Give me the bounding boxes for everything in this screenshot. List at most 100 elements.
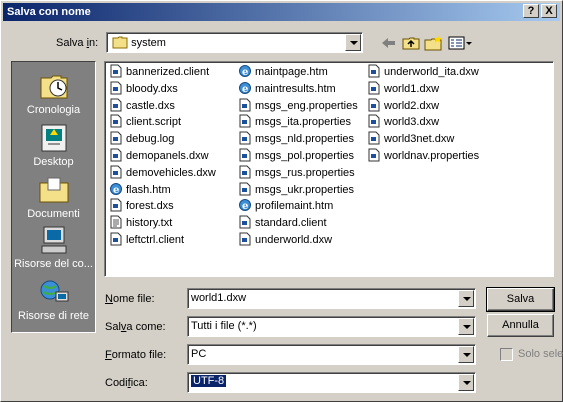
encoding-chevron-icon[interactable] — [458, 374, 474, 391]
save-in-label: Salva in: — [56, 37, 99, 49]
file-item[interactable]: msgs_eng.properties — [238, 98, 358, 114]
file-icon — [238, 98, 252, 112]
file-item[interactable]: world2.dxw — [367, 98, 439, 114]
save-in-dropdown[interactable]: system — [106, 32, 363, 53]
file-item[interactable]: worldnav.properties — [367, 148, 479, 164]
filename-value[interactable]: world1.dxw — [191, 292, 246, 304]
file-item[interactable]: world3net.dxw — [367, 131, 454, 147]
file-item[interactable]: world3.dxw — [367, 114, 439, 130]
file-name: msgs_ita.properties — [255, 116, 351, 129]
file-item[interactable]: client.script — [109, 114, 181, 130]
file-icon — [238, 131, 252, 145]
filename-input[interactable]: world1.dxw — [187, 288, 476, 309]
documents-folder-icon — [39, 177, 68, 203]
save-button[interactable]: Salva — [486, 287, 555, 312]
format-value: PC — [191, 348, 207, 360]
file-icon — [238, 148, 252, 162]
svg-text:e: e — [242, 84, 248, 95]
file-item[interactable]: demovehicles.dxw — [109, 165, 216, 181]
file-item[interactable]: demopanels.dxw — [109, 148, 209, 164]
file-item[interactable]: debug.log — [109, 131, 174, 147]
file-name: flash.htm — [126, 183, 171, 196]
place-desktop[interactable]: Desktop — [12, 122, 95, 168]
file-item[interactable]: forest.dxs — [109, 198, 174, 214]
file-item[interactable]: msgs_ita.properties — [238, 114, 351, 130]
html-file-icon: e — [238, 81, 252, 95]
place-history[interactable]: Cronologia — [12, 70, 95, 116]
file-item[interactable]: e maintresults.htm — [238, 81, 336, 97]
file-item[interactable]: standard.client — [238, 215, 327, 231]
file-item[interactable]: msgs_ukr.properties — [238, 182, 354, 198]
cancel-button[interactable]: Annulla — [487, 314, 554, 337]
file-name: bloody.dxs — [126, 82, 178, 95]
file-name: castle.dxs — [126, 99, 175, 112]
place-network[interactable]: Risorse di rete — [12, 276, 95, 322]
file-item[interactable]: bloody.dxs — [109, 81, 178, 97]
file-name: world3net.dxw — [384, 133, 455, 146]
file-icon — [109, 81, 123, 95]
file-name: worldnav.properties — [384, 150, 480, 162]
desktop-icon — [41, 124, 66, 152]
help-button[interactable]: ? — [523, 4, 539, 18]
file-item[interactable]: bannerized.client — [109, 64, 209, 80]
place-my-computer-label: Risorse del co... — [14, 258, 93, 270]
format-chevron-icon[interactable] — [458, 346, 474, 363]
html-file-icon: e — [238, 64, 252, 78]
file-item[interactable]: msgs_pol.properties — [238, 148, 354, 164]
file-item[interactable]: leftctrl.client — [109, 232, 184, 248]
filename-label: Nome file: — [105, 293, 155, 305]
saveas-chevron-icon[interactable] — [458, 318, 474, 335]
folder-up-icon[interactable] — [401, 34, 421, 52]
place-network-label: Risorse di rete — [18, 310, 89, 322]
file-item[interactable]: msgs_rus.properties — [238, 165, 355, 181]
file-name: profilemaint.htm — [255, 200, 334, 213]
encoding-dropdown[interactable]: UTF-8 — [187, 372, 476, 393]
encoding-label: Codifica: — [105, 377, 148, 389]
format-label: Formato file: — [105, 349, 167, 361]
file-icon — [238, 182, 252, 196]
back-arrow-icon[interactable] — [379, 34, 399, 52]
file-icon — [367, 64, 381, 78]
file-item[interactable]: e profilemaint.htm — [238, 198, 333, 214]
file-icon — [109, 64, 123, 78]
close-button[interactable]: X — [541, 4, 557, 18]
file-name: standard.client — [255, 217, 327, 230]
saveas-label: Salva come: — [105, 321, 166, 333]
new-folder-icon[interactable] — [423, 34, 443, 52]
readonly-label: Solo sele — [518, 348, 563, 360]
svg-text:e: e — [242, 201, 248, 212]
file-icon — [109, 114, 123, 128]
file-icon — [238, 165, 252, 179]
readonly-checkbox[interactable] — [500, 348, 513, 361]
file-item[interactable]: underworld.dxw — [238, 232, 332, 248]
svg-text:e: e — [113, 185, 119, 196]
saveas-value: Tutti i file (*.*) — [191, 320, 257, 332]
file-name: maintpage.htm — [255, 66, 328, 78]
chevron-down-icon[interactable] — [345, 34, 361, 51]
file-list[interactable]: bannerized.client bloody.dxs castle.dxs cli… — [104, 61, 554, 277]
file-icon — [109, 148, 123, 162]
file-item[interactable]: e maintpage.htm — [238, 64, 328, 80]
file-item[interactable]: underworld_ita.dxw — [367, 64, 479, 80]
my-computer-icon — [41, 226, 66, 254]
filename-dropdown-icon[interactable] — [458, 290, 474, 307]
file-name: demovehicles.dxw — [126, 166, 216, 179]
place-documents[interactable]: Documenti — [12, 174, 95, 220]
file-item[interactable]: history.txt — [109, 215, 172, 231]
format-dropdown[interactable]: PC — [187, 344, 476, 365]
file-item[interactable]: msgs_nld.properties — [238, 131, 354, 147]
file-name: msgs_rus.properties — [255, 166, 355, 179]
file-icon — [367, 114, 381, 128]
file-name: debug.log — [126, 133, 175, 146]
file-name: msgs_ukr.properties — [255, 183, 355, 196]
views-menu-icon[interactable] — [447, 34, 473, 52]
file-item[interactable]: castle.dxs — [109, 98, 175, 114]
file-item[interactable]: world1.dxw — [367, 81, 439, 97]
saveas-type-dropdown[interactable]: Tutti i file (*.*) — [187, 316, 476, 337]
history-icon — [40, 75, 67, 99]
file-icon — [238, 114, 252, 128]
file-name: underworld.dxw — [255, 234, 333, 246]
file-name: forest.dxs — [126, 200, 174, 213]
place-my-computer[interactable]: Risorse del co... — [12, 224, 95, 270]
file-item[interactable]: e flash.htm — [109, 182, 171, 198]
